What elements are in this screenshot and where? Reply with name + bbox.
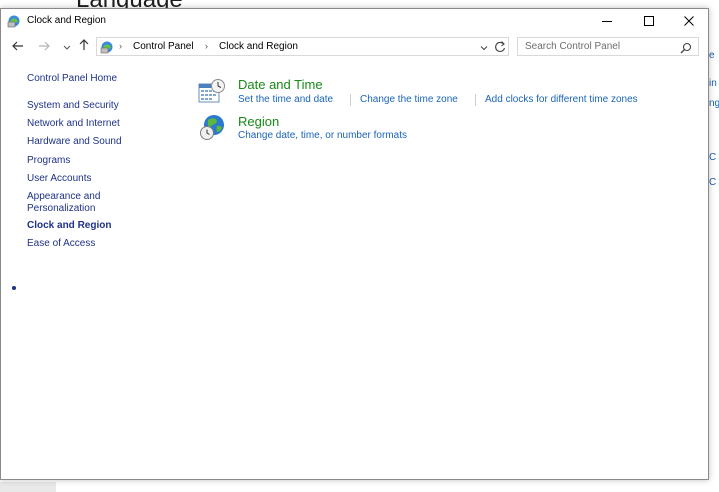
add-clocks-link[interactable]: Add clocks for different time zones <box>485 94 638 105</box>
region-title[interactable]: Region <box>238 114 279 129</box>
navigation-bar: › Control Panel › Clock and Region Searc… <box>1 36 708 58</box>
minimize-icon <box>602 16 612 26</box>
chevron-right-icon[interactable]: › <box>119 41 122 51</box>
forward-button[interactable] <box>35 38 53 56</box>
sidebar-item-label: Appearance and <box>27 191 101 202</box>
change-time-zone-link[interactable]: Change the time zone <box>360 94 458 105</box>
back-arrow-icon <box>12 38 24 56</box>
chevron-down-icon <box>63 38 71 56</box>
up-button[interactable] <box>75 38 93 56</box>
background-peek-text: C <box>709 177 717 188</box>
sidebar-item-programs[interactable]: Programs <box>27 155 70 167</box>
address-dropdown-icon[interactable] <box>478 41 490 53</box>
title-bar[interactable]: Clock and Region <box>1 9 708 33</box>
date-and-time-title[interactable]: Date and Time <box>238 77 323 92</box>
sidebar-item-appearance-and-personalization[interactable]: Appearance and Personalization <box>27 191 100 215</box>
region-globe-icon[interactable] <box>199 113 227 140</box>
change-formats-link[interactable]: Change date, time, or number formats <box>238 130 407 141</box>
breadcrumb-control-panel[interactable]: Control Panel <box>133 41 194 52</box>
back-button[interactable] <box>9 38 27 56</box>
sidebar-item-hardware-and-sound[interactable]: Hardware and Sound <box>27 136 122 148</box>
search-icon[interactable] <box>680 41 692 54</box>
background-strip <box>0 482 56 492</box>
up-arrow-icon <box>79 38 89 56</box>
sidebar-item-system-and-security[interactable]: System and Security <box>27 100 119 112</box>
sidebar-item-control-panel-home[interactable]: Control Panel Home <box>27 73 117 84</box>
maximize-icon <box>644 16 654 26</box>
link-divider <box>350 94 351 106</box>
set-time-and-date-link[interactable]: Set the time and date <box>238 94 333 105</box>
date-and-time-icon[interactable] <box>198 78 226 104</box>
control-panel-window: Clock and Region › Control Panel › Clock… <box>0 8 709 480</box>
sidebar-item-clock-and-region[interactable]: Clock and Region <box>27 220 111 232</box>
minimize-button[interactable] <box>586 9 628 33</box>
control-panel-icon <box>100 40 114 54</box>
window-title: Clock and Region <box>27 15 106 26</box>
recent-locations-button[interactable] <box>58 38 76 56</box>
background-peek-text: in <box>709 78 717 89</box>
search-input[interactable]: Search Control Panel <box>517 37 699 56</box>
link-divider <box>475 94 476 106</box>
sidebar-item-label: Personalization <box>27 203 96 214</box>
forward-arrow-icon <box>38 38 50 56</box>
close-icon <box>684 16 694 26</box>
control-panel-icon <box>7 14 21 28</box>
sidebar-item-user-accounts[interactable]: User Accounts <box>27 173 91 185</box>
search-placeholder: Search Control Panel <box>525 41 621 52</box>
chevron-right-icon[interactable]: › <box>205 41 208 51</box>
address-bar[interactable]: › Control Panel › Clock and Region <box>96 37 509 56</box>
sidebar-item-ease-of-access[interactable]: Ease of Access <box>27 238 95 250</box>
breadcrumb-clock-and-region[interactable]: Clock and Region <box>219 41 298 52</box>
maximize-button[interactable] <box>628 9 670 33</box>
sidebar-item-network-and-internet[interactable]: Network and Internet <box>27 118 120 130</box>
background-peek-text: ng <box>709 98 719 109</box>
background-peek-text: C <box>709 152 717 163</box>
current-page-bullet <box>12 286 16 290</box>
background-peek-text: e <box>709 50 715 61</box>
refresh-icon[interactable] <box>493 40 507 54</box>
close-button[interactable] <box>668 9 710 33</box>
